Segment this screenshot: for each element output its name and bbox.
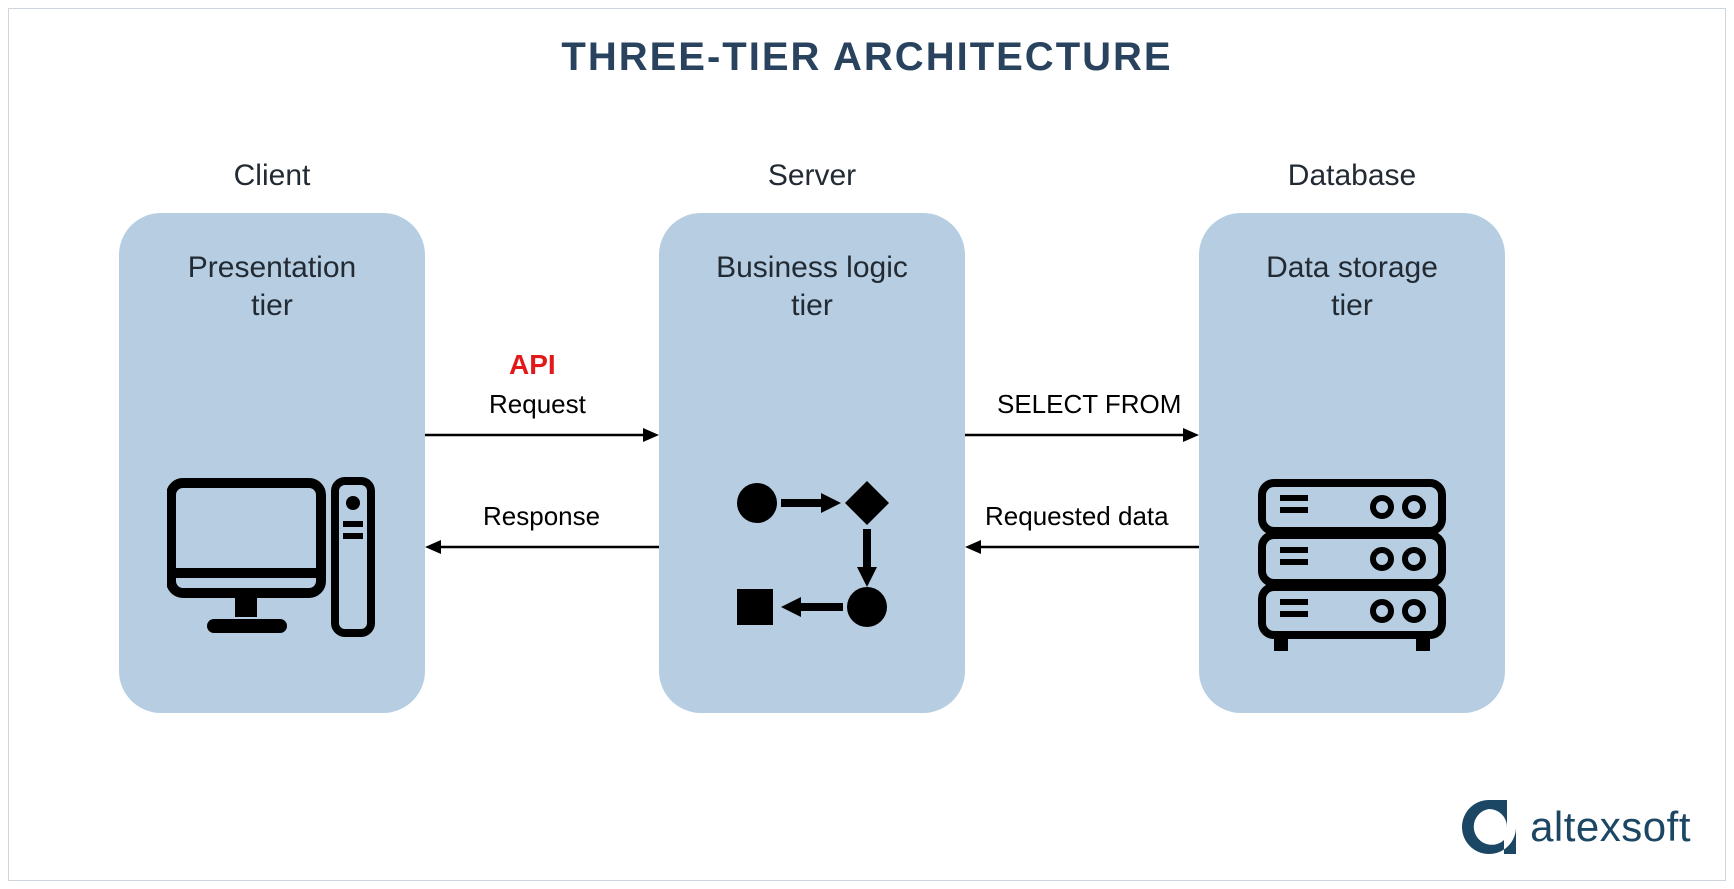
computer-icon bbox=[167, 473, 377, 653]
server-box-title-line2: tier bbox=[791, 289, 833, 322]
client-icon-area bbox=[119, 473, 425, 653]
server-box-title: Business logic tier bbox=[659, 213, 965, 324]
database-box: Data storage tier bbox=[1199, 213, 1505, 713]
label-requested-data: Requested data bbox=[985, 501, 1169, 532]
server-icon-area bbox=[659, 473, 965, 633]
server-heading: Server bbox=[659, 159, 965, 193]
client-box: Presentation tier bbox=[119, 213, 425, 713]
arrow-request bbox=[425, 427, 659, 443]
database-icon-area bbox=[1199, 473, 1505, 663]
client-box-title-line2: tier bbox=[251, 289, 293, 322]
database-box-title: Data storage tier bbox=[1199, 213, 1505, 324]
server-rack-icon bbox=[1252, 473, 1452, 663]
diagram-title: THREE-TIER ARCHITECTURE bbox=[9, 35, 1725, 80]
database-heading: Database bbox=[1199, 159, 1505, 193]
database-box-title-line1: Data storage bbox=[1266, 251, 1438, 284]
arrow-select bbox=[965, 427, 1199, 443]
client-heading: Client bbox=[119, 159, 425, 193]
brand-logo: altexsoft bbox=[1458, 796, 1691, 858]
arrow-requested-data bbox=[965, 539, 1199, 555]
brand-name: altexsoft bbox=[1530, 803, 1691, 851]
server-box-title-line1: Business logic bbox=[716, 251, 908, 284]
client-box-title-line1: Presentation bbox=[188, 251, 356, 284]
arrow-response bbox=[425, 539, 659, 555]
client-box-title: Presentation tier bbox=[119, 213, 425, 324]
altexsoft-mark-icon bbox=[1458, 796, 1520, 858]
flow-icon bbox=[727, 473, 897, 633]
server-box: Business logic tier bbox=[659, 213, 965, 713]
database-box-title-line2: tier bbox=[1331, 289, 1373, 322]
label-select: SELECT FROM bbox=[997, 389, 1181, 420]
label-request: Request bbox=[489, 389, 586, 420]
label-response: Response bbox=[483, 501, 600, 532]
api-label: API bbox=[509, 349, 556, 381]
diagram-frame: THREE-TIER ARCHITECTURE Client Server Da… bbox=[8, 8, 1726, 881]
